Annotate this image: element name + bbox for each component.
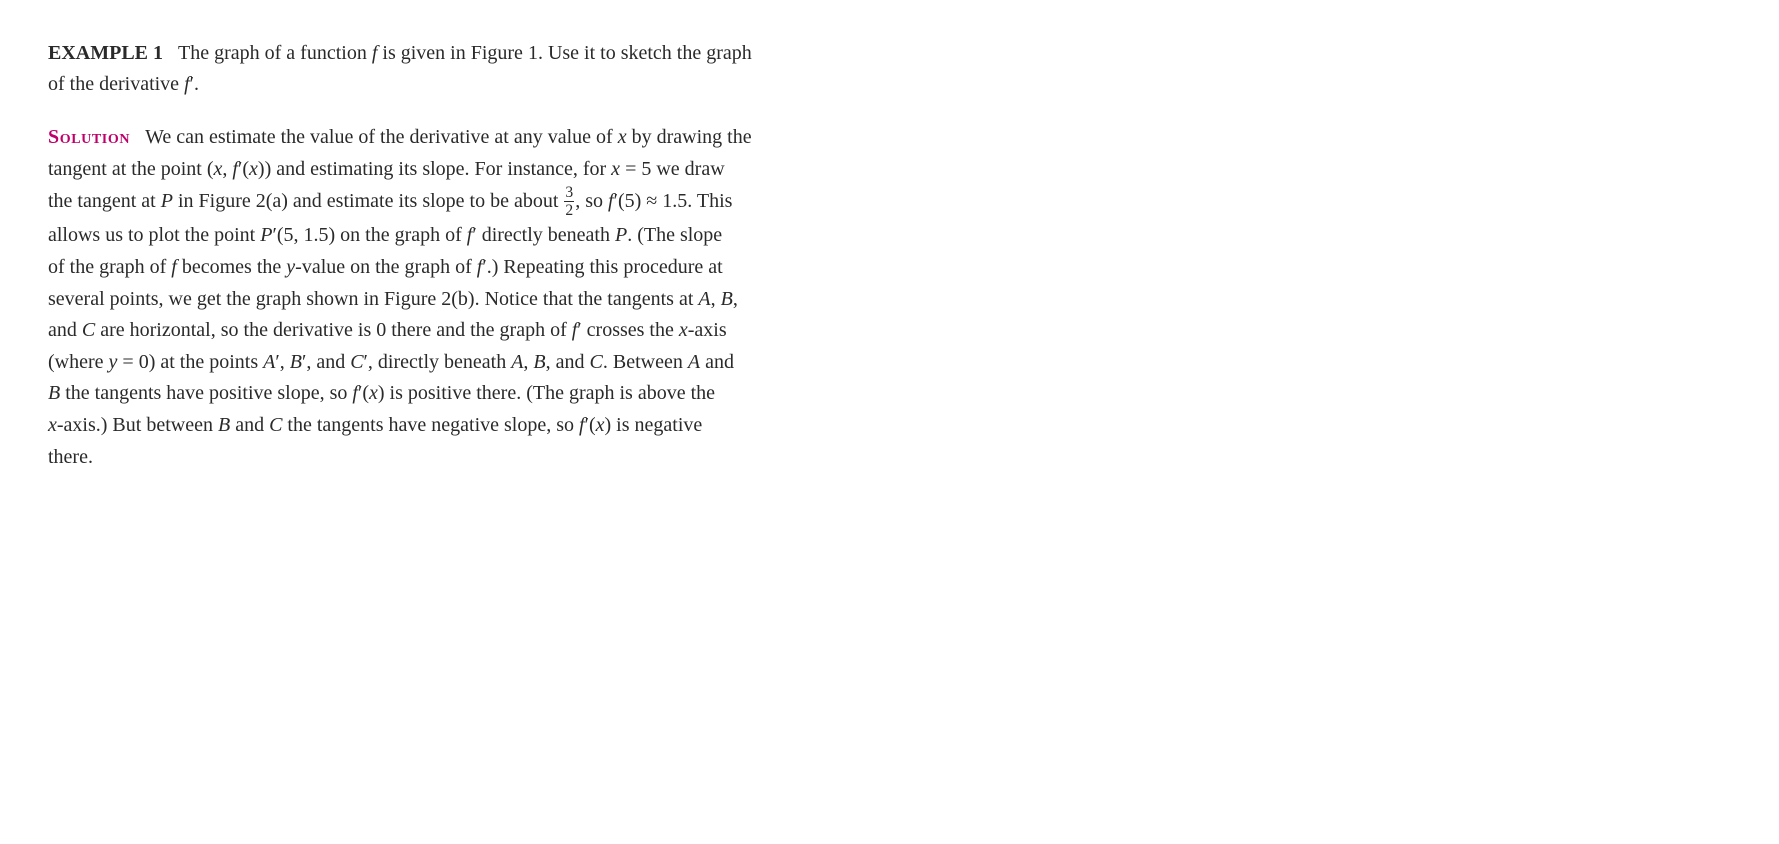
example-statement: The graph of a function f is given in Fi… <box>178 42 752 64</box>
c-ref: C <box>590 351 603 373</box>
fraction-numerator: 3 <box>564 184 574 202</box>
example-block: EXAMPLE 1 The graph of a function f is g… <box>48 38 752 100</box>
f-ref-1: f <box>171 256 177 278</box>
solution-label: Solution <box>48 126 130 148</box>
c-ref-2: C <box>269 414 282 436</box>
c-prime-1: C <box>350 351 363 373</box>
f-prime-5: f <box>608 190 614 212</box>
var-x-1: x <box>618 126 627 148</box>
var-y-2: y <box>109 351 118 373</box>
example-label: EXAMPLE 1 <box>48 42 163 64</box>
a-ref-2: A <box>688 351 700 373</box>
var-x-6: x <box>596 414 605 436</box>
var-x-5: x <box>369 382 378 404</box>
f-x-1: f <box>232 158 238 180</box>
function-f: f <box>372 42 378 64</box>
var-x-3: x <box>249 158 258 180</box>
f-prime-x-1: f <box>352 382 358 404</box>
a-ref: A <box>511 351 523 373</box>
var-y-1: y <box>286 256 295 278</box>
b-prime-1: B <box>290 351 302 373</box>
point-b-1: B <box>721 288 733 310</box>
f-prime-x-2: f <box>579 414 585 436</box>
x-axis-1: x <box>679 319 688 341</box>
solution-block: Solution We can estimate the value of th… <box>48 122 752 473</box>
var-x-2: x <box>214 158 223 180</box>
point-p-2: P <box>615 224 627 246</box>
f-prime: f <box>184 73 190 95</box>
point-p: P <box>161 190 173 212</box>
fraction-3-2: 3 2 <box>564 184 574 219</box>
b-ref-2: B <box>48 382 60 404</box>
var-x-4: x <box>611 158 620 180</box>
x-axis-2: x <box>48 414 57 436</box>
b-ref-3: B <box>218 414 230 436</box>
f-prime-ref-2: f <box>572 319 578 341</box>
b-ref: B <box>533 351 545 373</box>
page-content: EXAMPLE 1 The graph of a function f is g… <box>0 0 800 511</box>
p-prime-label: P <box>260 224 272 246</box>
example-statement-line2: of the derivative f′. <box>48 73 199 95</box>
fraction-denominator: 2 <box>564 202 574 219</box>
a-prime-1: A <box>263 351 275 373</box>
point-c-1: C <box>82 319 95 341</box>
f-prime-graph: f <box>467 224 473 246</box>
solution-paragraph: Solution We can estimate the value of th… <box>48 122 752 473</box>
example-heading: EXAMPLE 1 The graph of a function f is g… <box>48 38 752 100</box>
f-prime-ref: f <box>477 256 483 278</box>
point-a-1: A <box>698 288 710 310</box>
